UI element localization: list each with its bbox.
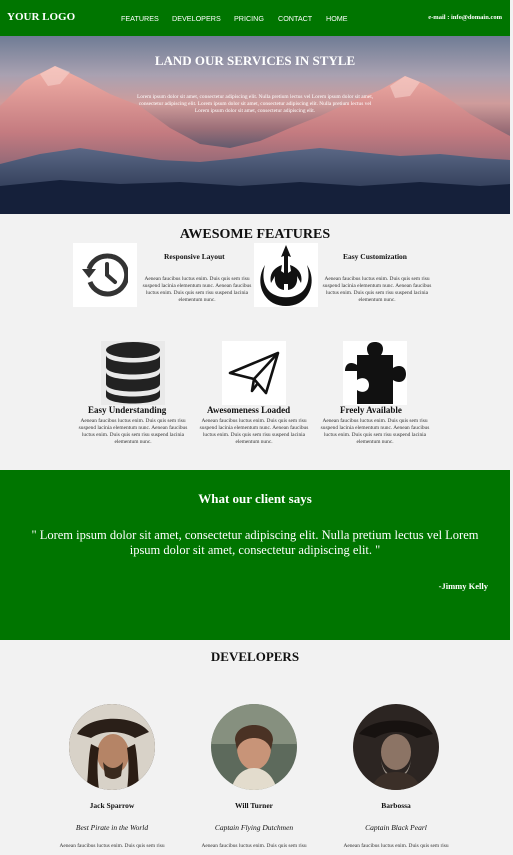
avatar-jack-sparrow: [69, 704, 155, 790]
hero-title: LAND OUR SERVICES IN STYLE: [154, 53, 356, 68]
feature-name-awesomeness-loaded: Awesomeness Loaded: [207, 405, 291, 415]
feature-name-easy-understanding: Easy Understanding: [88, 405, 167, 415]
nav-link-developers[interactable]: DEVELOPERS: [172, 14, 221, 23]
developer-name-jack-sparrow: Jack Sparrow: [89, 801, 135, 810]
testimonial-quote: " Lorem ipsum dolor sit amet, consectetu…: [31, 528, 479, 557]
developer-role-jack-sparrow: Best Pirate in the World: [75, 823, 149, 832]
developer-text-barbossa: Aenean faucibus luctus enim. Duis quis s…: [343, 843, 449, 849]
developer-role-will-turner: Captain Flying Dutchmen: [214, 823, 294, 832]
database-icon: [101, 341, 165, 405]
feature-text-awesomeness-loaded: Aenean faucibus luctus enim. Duis quis s…: [199, 418, 309, 446]
hero-banner: LAND OUR SERVICES IN STYLE Lorem ipsum d…: [0, 36, 510, 214]
nav-link-features[interactable]: FEATURES: [121, 14, 159, 23]
feature-name-freely-available: Freely Available: [340, 405, 402, 415]
feature-name-responsive-layout: Responsive Layout: [164, 252, 225, 261]
history-icon: [73, 243, 137, 307]
feature-text-easy-understanding: Aenean faucibus luctus enim. Duis quis s…: [78, 418, 188, 446]
nav-link-pricing[interactable]: PRICING: [234, 14, 264, 23]
feature-text-easy-customization: Aenean faucibus luctus enim. Duis quis s…: [322, 276, 432, 304]
nav-link-home[interactable]: HOME: [326, 14, 348, 23]
developer-text-will-turner: Aenean faucibus luctus enim. Duis quis s…: [201, 843, 307, 849]
feature-text-responsive-layout: Aenean faucibus luctus enim. Duis quis s…: [142, 276, 252, 304]
features-title: AWESOME FEATURES: [179, 227, 331, 242]
feature-text-freely-available: Aenean faucibus luctus enim. Duis quis s…: [320, 418, 430, 446]
developer-text-jack-sparrow: Aenean faucibus luctus enim. Duis quis s…: [59, 843, 165, 849]
avatar-will-turner: [211, 704, 297, 790]
contact-email[interactable]: e-mail : info@domain.com: [428, 14, 502, 21]
hero-text: Lorem ipsum dolor sit amet, consectetur …: [136, 94, 374, 115]
avatar-barbossa: [353, 704, 439, 790]
developers-title: DEVELOPERS: [210, 649, 300, 664]
site-logo[interactable]: YOUR LOGO: [7, 11, 75, 23]
testimonial-section: What our client says " Lorem ipsum dolor…: [0, 470, 510, 640]
rebel-alliance-icon: [254, 243, 318, 307]
developer-role-barbossa: Captain Black Pearl: [365, 823, 427, 832]
puzzle-piece-icon: [343, 341, 407, 405]
testimonial-author: -Jimmy Kelly: [438, 581, 488, 591]
developer-name-will-turner: Will Turner: [235, 801, 273, 810]
top-navbar: YOUR LOGO FEATURES DEVELOPERS PRICING CO…: [0, 0, 510, 36]
nav-link-contact[interactable]: CONTACT: [278, 14, 312, 23]
feature-name-easy-customization: Easy Customization: [343, 252, 407, 261]
paper-plane-icon: [222, 341, 286, 405]
testimonial-title: What our client says: [198, 491, 312, 506]
developer-name-barbossa: Barbossa: [381, 801, 411, 810]
